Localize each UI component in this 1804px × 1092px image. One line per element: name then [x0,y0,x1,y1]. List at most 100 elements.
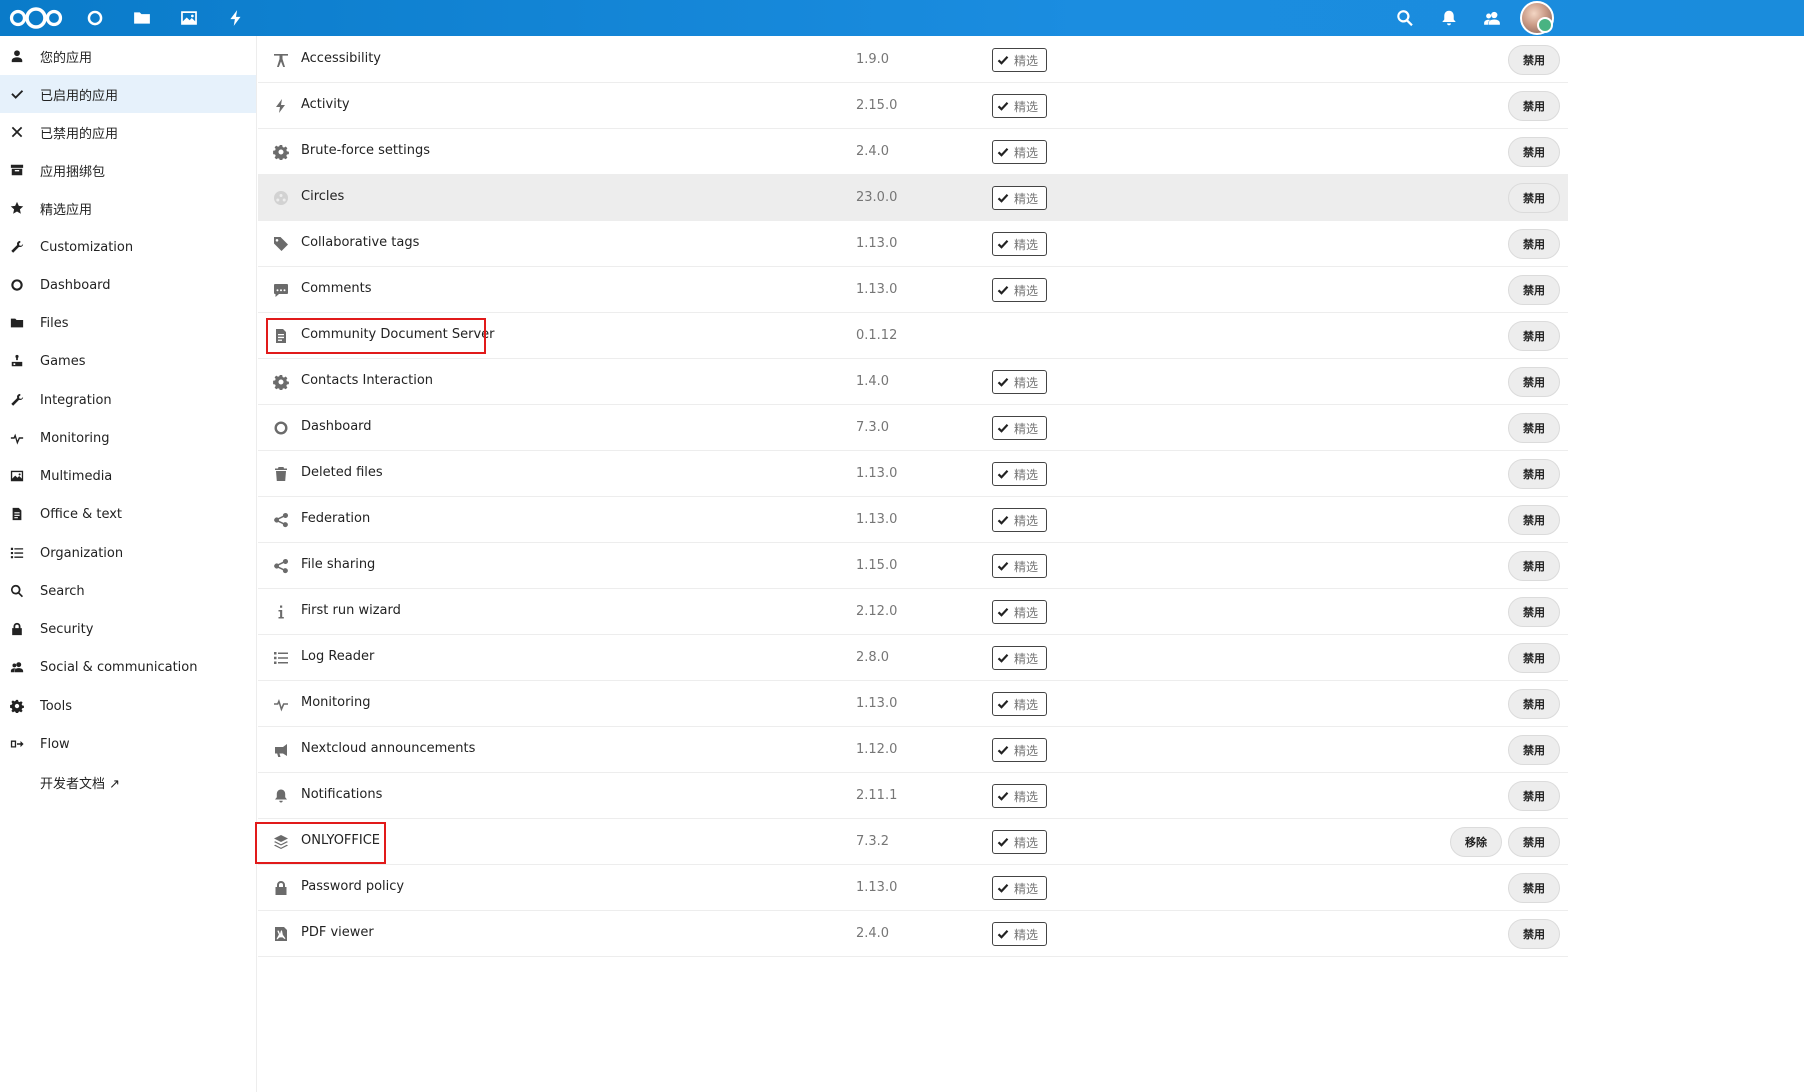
check-icon [997,516,1009,525]
app-version: 1.13.0 [856,512,898,527]
sidebar-item-integration[interactable]: Integration [0,381,256,419]
disable-button[interactable]: 禁用 [1508,137,1560,167]
sidebar-item-search[interactable]: Search [0,572,256,610]
featured-badge: 精选 [992,692,1047,716]
disable-button[interactable]: 禁用 [1508,183,1560,213]
app-row[interactable]: Notifications 2.11.1 精选 禁用 [258,773,1568,819]
app-name: PDF viewer [301,925,374,940]
app-version: 2.12.0 [856,604,898,619]
sidebar-item-customization[interactable]: Customization [0,228,256,266]
sidebar-item-label: Flow [40,736,70,752]
app-row[interactable]: Comments 1.13.0 精选 禁用 [258,267,1568,313]
sidebar-item-label: 已禁用的应用 [40,126,119,142]
app-row[interactable]: Brute-force settings 2.4.0 精选 禁用 [258,129,1568,175]
disable-button[interactable]: 禁用 [1508,597,1560,627]
photos-icon[interactable] [177,6,201,30]
sidebar-item-app-bundles[interactable]: 应用捆绑包 [0,151,256,189]
check-icon [997,700,1009,709]
disable-button[interactable]: 禁用 [1508,45,1560,75]
app-row[interactable]: Community Document Server 0.1.12 禁用 [258,313,1568,359]
disable-button[interactable]: 禁用 [1508,229,1560,259]
sidebar-item-flow[interactable]: Flow [0,725,256,763]
app-version: 0.1.12 [856,328,898,343]
files-icon[interactable] [130,6,154,30]
sidebar-item-disabled-apps[interactable]: 已禁用的应用 [0,113,256,151]
app-row[interactable]: First run wizard 2.12.0 精选 禁用 [258,589,1568,635]
disable-button[interactable]: 禁用 [1508,413,1560,443]
remove-button[interactable]: 移除 [1450,827,1502,857]
gear-icon [272,143,290,161]
list-icon [9,545,25,561]
sidebar-item-multimedia[interactable]: Multimedia [0,457,256,495]
sidebar-item-enabled-apps[interactable]: 已启用的应用 [0,75,256,113]
disable-button[interactable]: 禁用 [1508,459,1560,489]
disable-button[interactable]: 禁用 [1508,91,1560,121]
disable-button[interactable]: 禁用 [1508,643,1560,673]
disable-button[interactable]: 禁用 [1508,919,1560,949]
sidebar-item-label: Files [40,315,69,331]
disable-button[interactable]: 禁用 [1508,367,1560,397]
sidebar-item-monitoring[interactable]: Monitoring [0,419,256,457]
sidebar-item-files[interactable]: Files [0,304,256,342]
sidebar-item-organization[interactable]: Organization [0,534,256,572]
sidebar-item-tools[interactable]: Tools [0,687,256,725]
sidebar-item-social-communication[interactable]: Social & communication [0,648,256,686]
featured-badge: 精选 [992,48,1047,72]
app-name: Contacts Interaction [301,373,434,388]
notifications-icon[interactable] [1437,6,1461,30]
sidebar-item-security[interactable]: Security [0,610,256,648]
app-version: 1.13.0 [856,880,898,895]
app-row[interactable]: Dashboard 7.3.0 精选 禁用 [258,405,1568,451]
search-icon[interactable] [1393,6,1417,30]
app-row[interactable]: Deleted files 1.13.0 精选 禁用 [258,451,1568,497]
app-row[interactable]: PDF viewer 2.4.0 精选 禁用 [258,911,1568,957]
pulse-icon [272,695,290,713]
featured-label: 精选 [1014,421,1039,436]
disable-button[interactable]: 禁用 [1508,781,1560,811]
sidebar-item-developer-docs[interactable]: 开发者文档 ↗ [0,763,256,801]
featured-badge: 精选 [992,738,1047,762]
app-row[interactable]: Accessibility 1.9.0 精选 禁用 [258,37,1568,83]
app-row[interactable]: Activity 2.15.0 精选 禁用 [258,83,1568,129]
disable-button[interactable]: 禁用 [1508,321,1560,351]
sidebar-item-games[interactable]: Games [0,342,256,380]
sidebar-item-your-apps[interactable]: 您的应用 [0,37,256,75]
app-version: 7.3.0 [856,420,890,435]
sidebar-item-dashboard[interactable]: Dashboard [0,266,256,304]
close-icon [9,124,25,140]
app-row[interactable]: Password policy 1.13.0 精选 禁用 [258,865,1568,911]
info-icon [272,603,290,621]
app-row[interactable]: File sharing 1.15.0 精选 禁用 [258,543,1568,589]
app-row[interactable]: Contacts Interaction 1.4.0 精选 禁用 [258,359,1568,405]
pulse-icon [9,430,25,446]
document-icon [9,506,25,522]
disable-button[interactable]: 禁用 [1508,275,1560,305]
app-version: 2.11.1 [856,788,898,803]
disable-button[interactable]: 禁用 [1508,505,1560,535]
disable-button[interactable]: 禁用 [1508,551,1560,581]
app-row[interactable]: Log Reader 2.8.0 精选 禁用 [258,635,1568,681]
app-row[interactable]: Collaborative tags 1.13.0 精选 禁用 [258,221,1568,267]
sidebar-item-featured-apps[interactable]: 精选应用 [0,189,256,227]
disable-button[interactable]: 禁用 [1508,827,1560,857]
app-row[interactable]: Circles 23.0.0 精选 禁用 [258,175,1568,221]
contacts-icon[interactable] [1480,6,1504,30]
app-row[interactable]: Nextcloud announcements 1.12.0 精选 禁用 [258,727,1568,773]
app-row[interactable]: Federation 1.13.0 精选 禁用 [258,497,1568,543]
app-version: 1.13.0 [856,696,898,711]
share-icon [272,557,290,575]
featured-label: 精选 [1014,927,1039,942]
disable-button[interactable]: 禁用 [1508,689,1560,719]
check-icon [997,930,1009,939]
dashboard-icon[interactable] [83,6,107,30]
sidebar-item-office-text[interactable]: Office & text [0,495,256,533]
disable-button[interactable]: 禁用 [1508,735,1560,765]
nextcloud-logo[interactable] [8,4,64,32]
disable-button[interactable]: 禁用 [1508,873,1560,903]
app-row[interactable]: ONLYOFFICE 7.3.2 精选 移除 禁用 [258,819,1568,865]
app-row[interactable]: Monitoring 1.13.0 精选 禁用 [258,681,1568,727]
app-name: Nextcloud announcements [301,741,476,756]
featured-label: 精选 [1014,283,1039,298]
image-icon [9,468,25,484]
activity-icon[interactable] [224,6,248,30]
